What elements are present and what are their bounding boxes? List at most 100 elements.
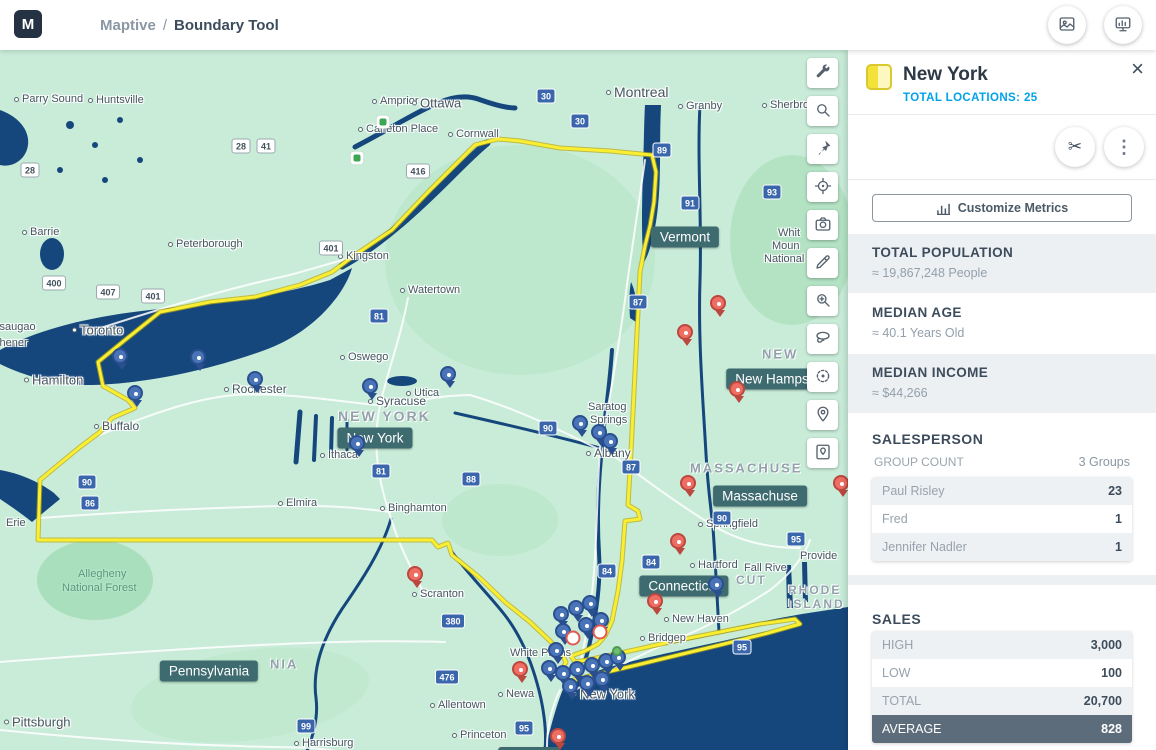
- row-name: TOTAL: [882, 694, 922, 708]
- metric-label: TOTAL POPULATION: [872, 245, 1014, 260]
- map[interactable]: NEW YORK MASSACHUSE NEW RHODE ISLAND NIA CUT Al…: [0, 50, 848, 750]
- map-pin[interactable]: [127, 385, 143, 407]
- zoom-box-tool-button[interactable]: [807, 286, 838, 316]
- breadcrumb-root[interactable]: Maptive: [100, 17, 156, 34]
- map-city-label: Barrie: [22, 226, 59, 238]
- map-pin[interactable]: [729, 381, 745, 403]
- map-pin[interactable]: [677, 324, 693, 346]
- customize-metrics-button[interactable]: Customize Metrics: [872, 194, 1132, 222]
- breadcrumb: Maptive / Boundary Tool: [100, 0, 279, 50]
- draw-tool-button[interactable]: [807, 248, 838, 278]
- highway-shield: 401: [318, 240, 344, 256]
- highway-shield: 380: [440, 613, 466, 629]
- group-count-value: 3 Groups: [1078, 455, 1130, 469]
- map-pin[interactable]: [833, 475, 848, 497]
- marker-tool-button[interactable]: [807, 400, 838, 430]
- more-options-button[interactable]: ⋮: [1104, 127, 1144, 167]
- row-value: 3,000: [1090, 638, 1122, 652]
- map-area-label: National Forest: [62, 582, 137, 594]
- map-pin[interactable]: [407, 566, 423, 588]
- map-city-label: Elmira: [278, 497, 317, 509]
- map-pin[interactable]: [112, 348, 128, 370]
- chart-board-button[interactable]: [1104, 6, 1142, 44]
- highway-shield: 87: [628, 294, 648, 310]
- image-icon: [1058, 15, 1076, 36]
- map-pin[interactable]: [512, 661, 528, 683]
- park-icon: [376, 115, 390, 129]
- map-city-label: Newa: [498, 688, 534, 700]
- tools-tool-button[interactable]: [807, 58, 838, 88]
- highway-shield: 95: [786, 531, 806, 547]
- panel-title: New York: [903, 64, 988, 85]
- row-value: 100: [1101, 666, 1122, 680]
- search-tool-button[interactable]: [807, 96, 838, 126]
- map-pin[interactable]: [569, 661, 585, 683]
- city-dot-icon: [762, 102, 767, 108]
- lasso-tool-button[interactable]: [807, 324, 838, 354]
- highway-shield: 89: [652, 142, 672, 158]
- radius-tool-button[interactable]: [807, 362, 838, 392]
- metric-section: MEDIAN INCOME ≈ $44,266: [848, 354, 1156, 413]
- map-region-label: NIA: [270, 656, 299, 672]
- map-pin[interactable]: [647, 593, 663, 615]
- map-city-label: Princeton: [452, 729, 506, 741]
- map-toolbar: [807, 58, 838, 468]
- map-cluster-marker[interactable]: [592, 624, 608, 640]
- city-dot-icon: [294, 740, 299, 746]
- city-dot-icon: [430, 702, 435, 708]
- map-city-label: Ottawa: [412, 96, 461, 111]
- map-city-label: Oswego: [340, 351, 388, 363]
- map-city-label: Sherbro: [762, 99, 809, 111]
- map-pin[interactable]: [553, 606, 569, 628]
- map-pin[interactable]: [602, 433, 618, 455]
- pin-tool-tool-button[interactable]: [807, 134, 838, 164]
- map-dot-marker[interactable]: [612, 646, 622, 656]
- maptive-logo[interactable]: M: [14, 10, 42, 38]
- map-pin[interactable]: [362, 378, 378, 400]
- map-pin[interactable]: [670, 533, 686, 555]
- map-pin[interactable]: [680, 475, 696, 497]
- chart-board-icon: [1114, 15, 1132, 36]
- map-region-label: CUT: [736, 573, 767, 587]
- highway-shield: 28: [231, 138, 251, 154]
- city-dot-icon: [698, 521, 703, 527]
- map-pin[interactable]: [579, 675, 595, 697]
- locate-tool-button[interactable]: [807, 172, 838, 202]
- table-row: AVERAGE 828: [872, 715, 1132, 743]
- locate-icon: [814, 177, 832, 198]
- sales-table: HIGH 3,000 LOW 100 TOTAL 20,700 AVERAGE 828: [872, 631, 1132, 743]
- map-pin[interactable]: [594, 671, 610, 693]
- total-locations-label: TOTAL LOCATIONS:: [903, 92, 1021, 104]
- map-pin[interactable]: [710, 295, 726, 317]
- map-area-label: Allegheny: [78, 568, 127, 580]
- cut-boundary-button[interactable]: ✂: [1055, 127, 1095, 167]
- map-image-button[interactable]: [1048, 6, 1086, 44]
- map-pin[interactable]: [550, 728, 566, 750]
- city-dot-icon: [690, 562, 695, 568]
- report-tool-button[interactable]: [807, 438, 838, 468]
- map-pin[interactable]: [349, 435, 365, 457]
- map-pin[interactable]: [708, 576, 724, 598]
- app: M Maptive / Boundary Tool NEW YORK MASSA…: [0, 0, 1156, 750]
- city-dot-icon: [452, 732, 457, 738]
- marker-icon: [814, 405, 832, 426]
- map-cluster-marker[interactable]: [565, 630, 581, 646]
- highway-shield: 95: [732, 639, 752, 655]
- metric-section: MEDIAN AGE ≈ 40.1 Years Old: [848, 294, 1156, 353]
- table-row: HIGH 3,000: [872, 631, 1132, 659]
- map-pin[interactable]: [562, 678, 578, 700]
- map-pin[interactable]: [548, 642, 564, 664]
- map-city-label: Harrisburg: [294, 737, 353, 749]
- highway-shield: 93: [762, 184, 782, 200]
- pin-tool-icon: [814, 139, 832, 160]
- map-pin[interactable]: [582, 595, 598, 617]
- city-dot-icon: [498, 691, 503, 697]
- map-pin[interactable]: [247, 371, 263, 393]
- map-pin[interactable]: [572, 415, 588, 437]
- close-icon[interactable]: ×: [1131, 58, 1144, 80]
- map-pin[interactable]: [440, 366, 456, 388]
- row-value: 1: [1115, 512, 1122, 526]
- camera-tool-button[interactable]: [807, 210, 838, 240]
- map-pin[interactable]: [190, 349, 206, 371]
- salesperson-section: SALESPERSON GROUP COUNT 3 Groups Paul Ri…: [848, 413, 1156, 561]
